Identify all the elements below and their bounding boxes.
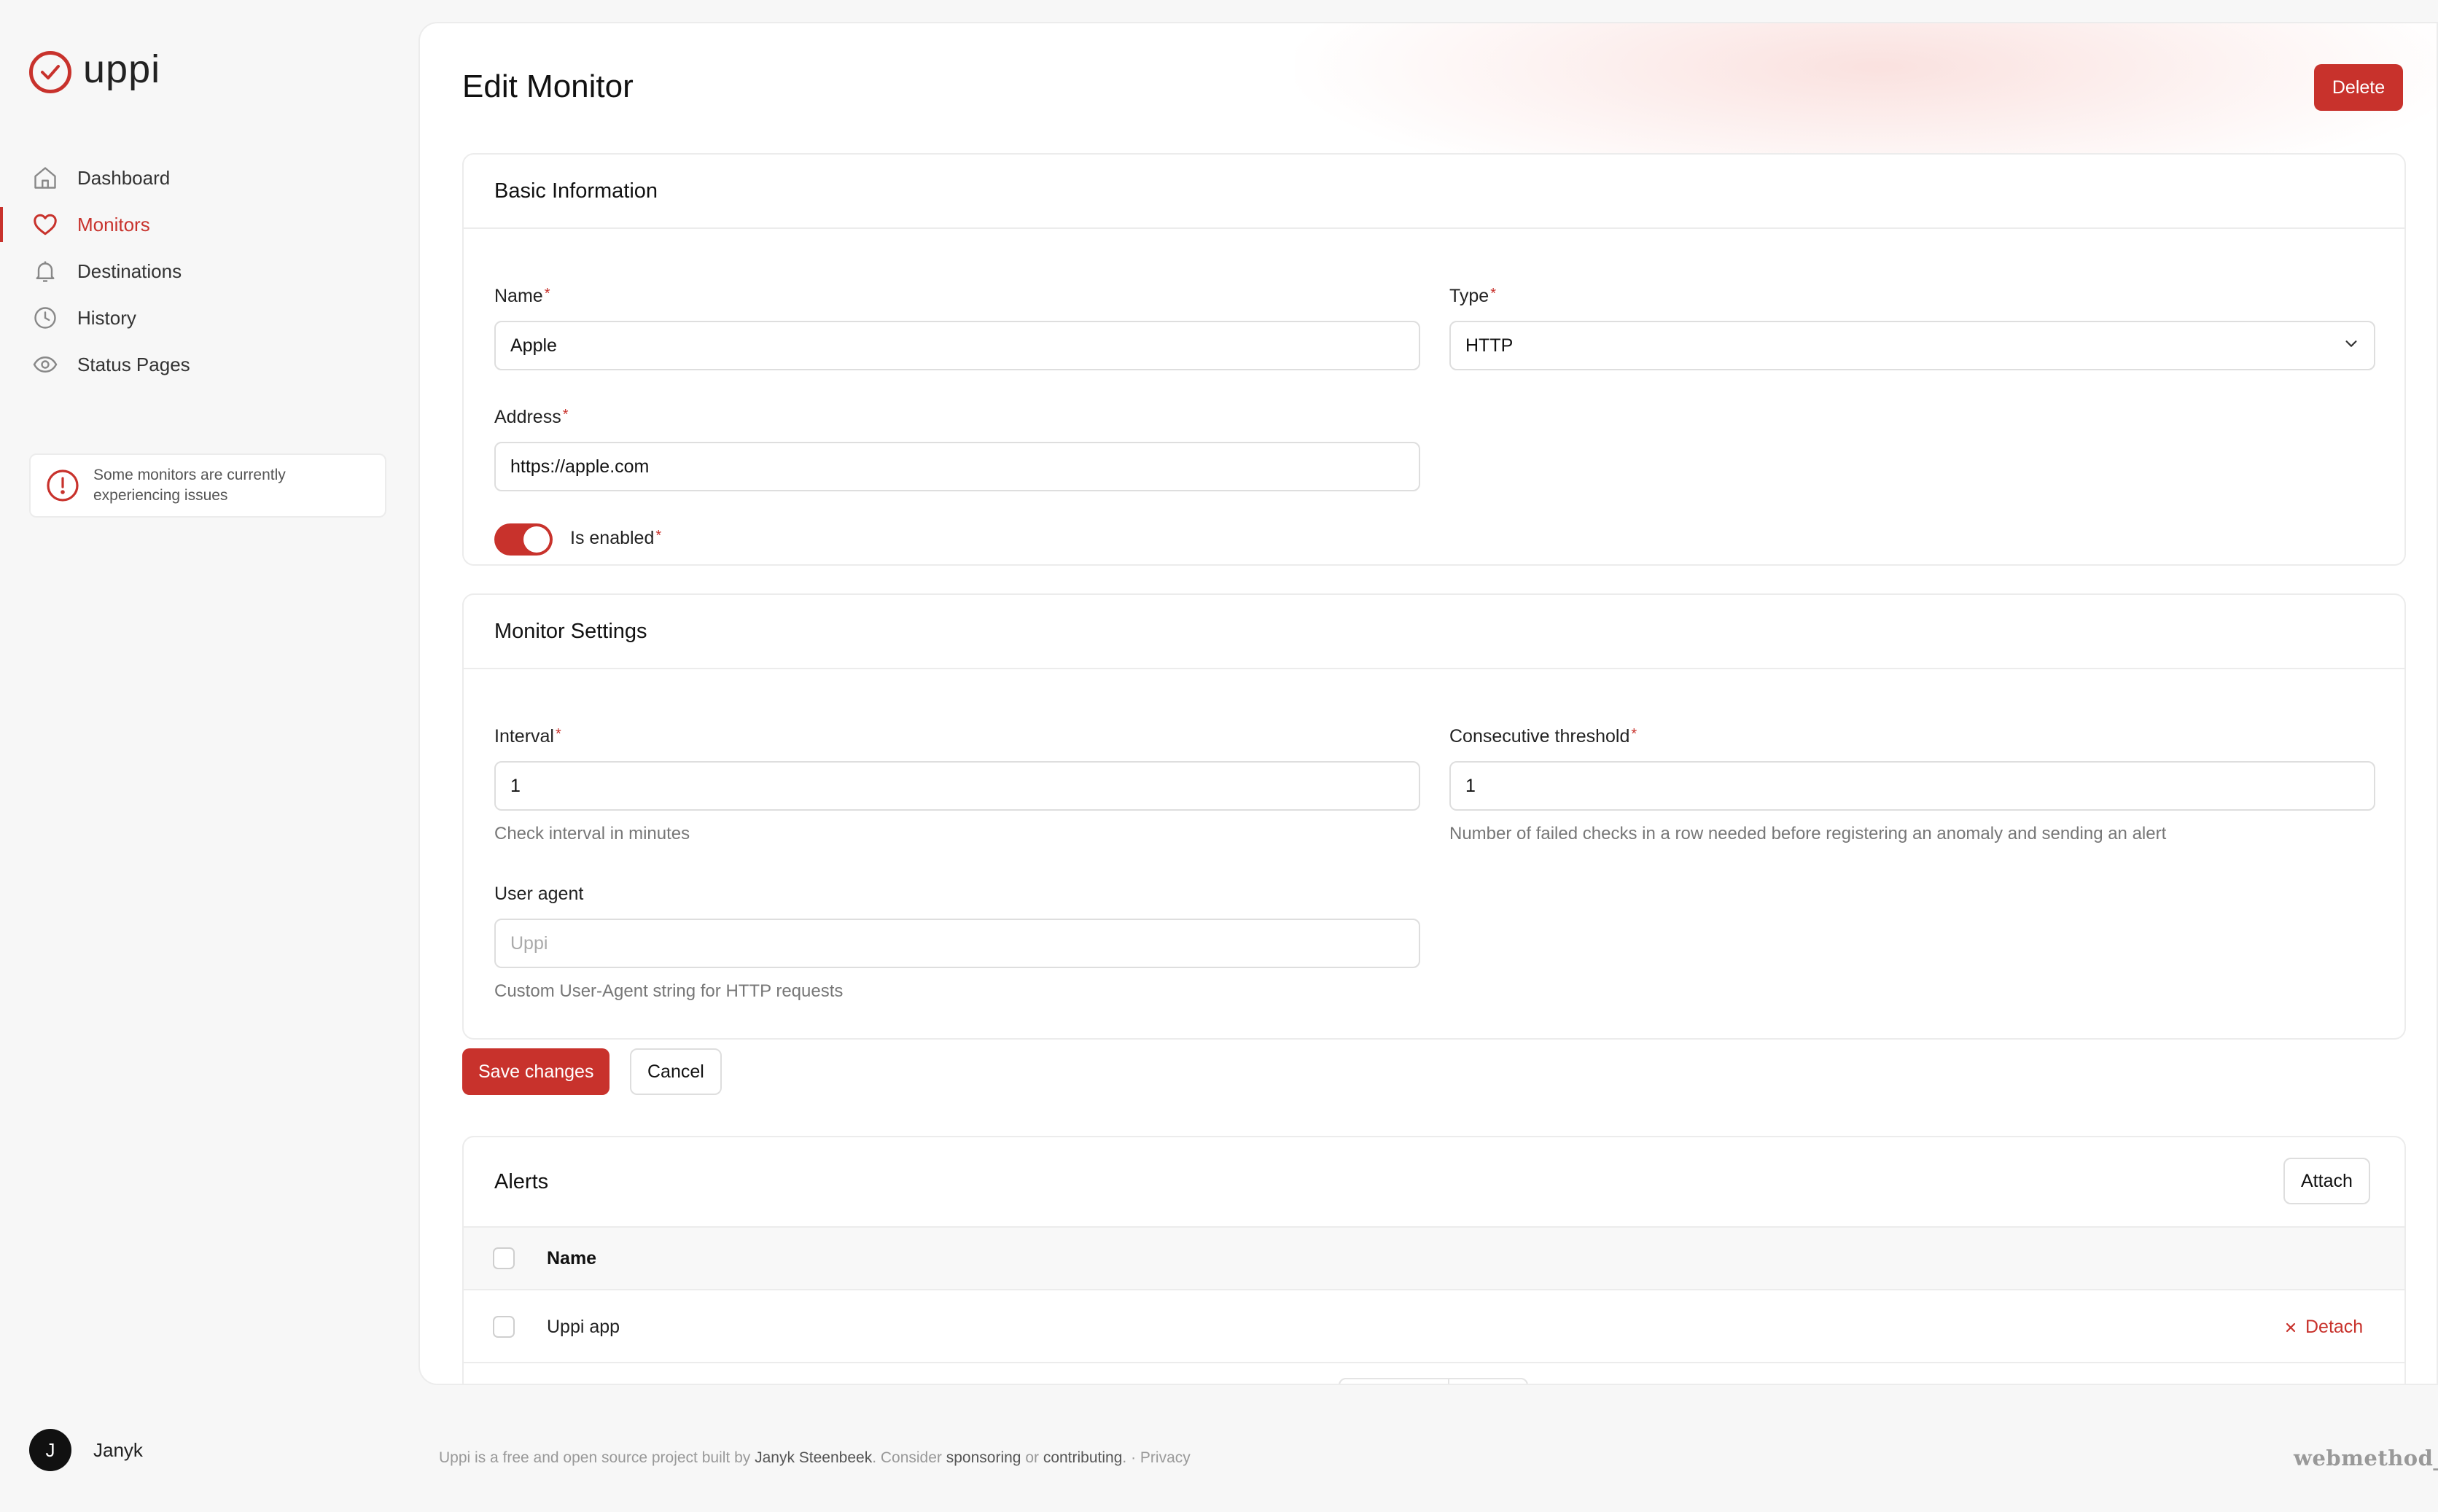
threshold-label: Consecutive threshold *: [1449, 726, 1637, 747]
page-title: Edit Monitor: [462, 69, 634, 104]
close-icon: [2286, 1322, 2296, 1332]
detach-label: Detach: [2305, 1317, 2364, 1337]
address-label: Address *: [494, 407, 569, 427]
interval-label: Interval *: [494, 726, 561, 747]
clock-icon: [31, 303, 60, 332]
attach-button[interactable]: Attach: [2283, 1158, 2370, 1204]
footer: Uppi is a free and open source project b…: [439, 1449, 1191, 1467]
nav-label: Dashboard: [77, 166, 171, 189]
nav-label: Destinations: [77, 260, 182, 282]
avatar: J: [29, 1429, 71, 1471]
main-panel: Edit Monitor Delete Basic Information Na…: [418, 22, 2438, 1385]
column-header-name: Name: [547, 1248, 597, 1269]
user-agent-label: User agent: [494, 884, 584, 904]
type-select-value: HTTP: [1465, 335, 1514, 356]
basic-information-card: Basic Information Name* Type* HTTP Addre…: [462, 153, 2406, 566]
enabled-label: Is enabled *: [570, 528, 662, 548]
monitor-settings-card: Monitor Settings Interval* Check interva…: [462, 593, 2406, 1040]
issues-alert[interactable]: Some monitors are currently experiencing…: [29, 453, 386, 518]
nav-item-dashboard[interactable]: Dashboard: [0, 155, 416, 201]
table-row: Uppi app Detach: [464, 1290, 2404, 1363]
webmethod-logo[interactable]: webmethod_: [2294, 1446, 2438, 1470]
nav-label: History: [77, 306, 136, 329]
heart-icon: [31, 210, 60, 239]
nav-item-monitors[interactable]: Monitors: [0, 201, 416, 248]
interval-hint: Check interval in minutes: [494, 824, 690, 843]
save-changes-button[interactable]: Save changes: [462, 1048, 610, 1095]
user-name: Janyk: [93, 1438, 143, 1461]
card-title: Alerts: [494, 1169, 549, 1193]
alert-circle-icon: [45, 468, 80, 503]
home-icon: [31, 163, 60, 192]
sidebar: uppi Dashboard Monitors Destinations His…: [0, 0, 416, 1512]
type-select[interactable]: HTTP: [1449, 321, 2375, 370]
bell-icon: [31, 257, 60, 286]
app-logo[interactable]: uppi: [29, 47, 161, 93]
user-menu[interactable]: J Janyk: [29, 1429, 143, 1471]
name-label: Name *: [494, 286, 550, 306]
type-label: Type *: [1449, 286, 1496, 306]
cancel-button[interactable]: Cancel: [630, 1048, 722, 1095]
threshold-hint: Number of failed checks in a row needed …: [1449, 824, 2167, 843]
select-all-checkbox[interactable]: [493, 1247, 515, 1269]
pagination[interactable]: [1339, 1378, 1528, 1384]
enabled-toggle[interactable]: [494, 523, 553, 556]
nav-label: Status Pages: [77, 353, 190, 375]
nav-item-destinations[interactable]: Destinations: [0, 248, 416, 295]
detach-button[interactable]: Detach: [2283, 1317, 2363, 1338]
name-input[interactable]: [494, 321, 1420, 370]
eye-icon: [31, 350, 60, 379]
main-nav: Dashboard Monitors Destinations History …: [0, 155, 416, 388]
table-header: Name: [464, 1226, 2404, 1290]
issues-alert-text: Some monitors are currently experiencing…: [93, 467, 286, 504]
address-input[interactable]: [494, 442, 1420, 491]
toggle-knob: [523, 526, 550, 553]
check-circle-icon: [29, 51, 71, 93]
footer-text: Uppi is a free and open source project b…: [439, 1449, 755, 1466]
nav-label: Monitors: [77, 213, 150, 235]
footer-text: . ·: [1122, 1449, 1140, 1466]
delete-button[interactable]: Delete: [2314, 64, 2403, 111]
user-agent-input[interactable]: [494, 919, 1420, 968]
chevron-down-icon: [2343, 335, 2359, 356]
card-title: Monitor Settings: [464, 595, 2404, 669]
contributing-link[interactable]: contributing: [1043, 1449, 1123, 1466]
card-title: Basic Information: [464, 155, 2404, 229]
alerts-card: Alerts Attach Name Uppi app Detach: [462, 1136, 2406, 1384]
alert-name-cell: Uppi app: [547, 1317, 620, 1337]
nav-item-status-pages[interactable]: Status Pages: [0, 341, 416, 388]
threshold-input[interactable]: [1449, 761, 2375, 811]
nav-item-history[interactable]: History: [0, 295, 416, 341]
author-link[interactable]: Janyk Steenbeek: [755, 1449, 872, 1466]
sponsoring-link[interactable]: sponsoring: [946, 1449, 1021, 1466]
app-name: uppi: [83, 47, 161, 91]
footer-text: . Consider: [872, 1449, 946, 1466]
footer-text: or: [1021, 1449, 1043, 1466]
privacy-link[interactable]: Privacy: [1140, 1449, 1191, 1466]
row-checkbox[interactable]: [493, 1316, 515, 1338]
interval-input[interactable]: [494, 761, 1420, 811]
user-agent-hint: Custom User-Agent string for HTTP reques…: [494, 981, 844, 1001]
